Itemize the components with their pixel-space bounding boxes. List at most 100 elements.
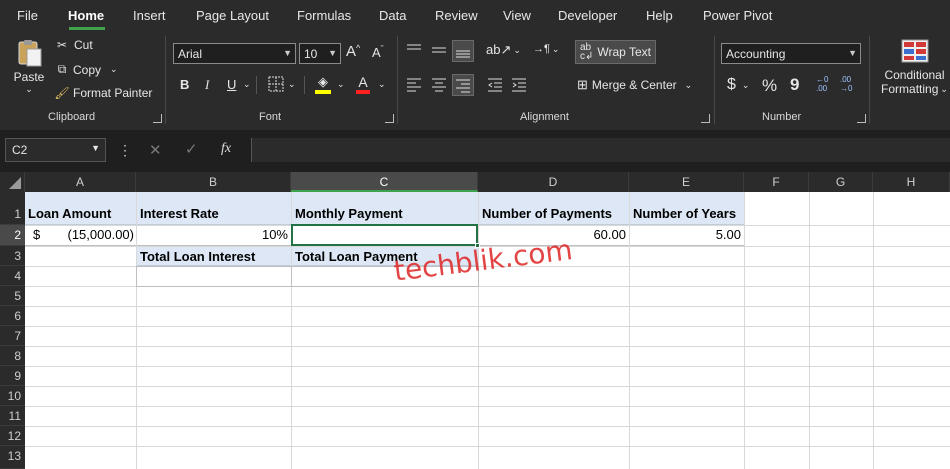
tab-page-layout[interactable]: Page Layout (196, 8, 269, 23)
paint-bucket-icon: ◈ (318, 74, 328, 89)
chevron-down-icon[interactable]: ⌄ (337, 79, 345, 90)
column-header-b[interactable]: B (136, 172, 291, 192)
row-header-12[interactable]: 12 (0, 426, 25, 446)
text-direction-button[interactable]: →¶ ⌄ (533, 43, 559, 55)
gridline (25, 406, 950, 407)
column-header-e[interactable]: E (629, 172, 744, 192)
ribbon-tab-bar: File Home Insert Page Layout Formulas Da… (0, 0, 950, 32)
accounting-format-button[interactable]: $ ⌄ (727, 76, 749, 94)
align-left-button[interactable] (405, 76, 423, 92)
chevron-down-icon: ▼ (328, 48, 337, 58)
conditional-formatting-button[interactable]: Conditional Formatting ⌄ (879, 38, 950, 96)
row-header-13[interactable]: 13 (0, 446, 25, 469)
align-center-button[interactable] (430, 76, 448, 92)
row-header-3[interactable]: 3 (0, 246, 25, 266)
formula-input[interactable] (251, 138, 950, 162)
orientation-button[interactable]: ab↗ ⌄ (486, 42, 521, 58)
tab-file[interactable]: File (17, 8, 38, 23)
font-dialog-launcher[interactable] (385, 114, 394, 123)
cell-b4[interactable] (136, 266, 292, 287)
cell-b1[interactable]: Interest Rate (137, 192, 291, 225)
increase-indent-button[interactable] (510, 76, 528, 92)
align-bottom-button[interactable] (452, 40, 474, 62)
number-format-dropdown[interactable]: Accounting ▼ (721, 43, 861, 64)
row-header-8[interactable]: 8 (0, 346, 25, 366)
tab-developer[interactable]: Developer (558, 8, 617, 23)
tab-home[interactable]: Home (68, 8, 104, 23)
tab-review[interactable]: Review (435, 8, 478, 23)
decrease-decimal-icon: .00 →0 (840, 75, 853, 93)
cell-b2[interactable]: 10% (137, 225, 291, 246)
number-dialog-launcher[interactable] (857, 114, 866, 123)
align-top-button[interactable] (405, 42, 423, 58)
row-header-11[interactable]: 11 (0, 406, 25, 426)
tab-power-pivot[interactable]: Power Pivot (703, 8, 772, 23)
tab-formulas[interactable]: Formulas (297, 8, 351, 23)
bold-button[interactable]: B (180, 77, 189, 92)
align-middle-button[interactable] (430, 42, 448, 58)
row-header-1[interactable]: 1 (0, 192, 25, 225)
clipboard-dialog-launcher[interactable] (153, 114, 162, 123)
decrease-indent-button[interactable] (486, 76, 504, 92)
cut-button[interactable]: ✂ Cut (54, 38, 93, 52)
chevron-down-icon[interactable]: ⌄ (378, 79, 386, 90)
decrease-font-size-button[interactable]: Aˇ (372, 44, 384, 61)
cell-a2[interactable]: $ (15,000.00) (25, 225, 136, 246)
enter-icon[interactable]: ✓ (185, 140, 198, 158)
font-name-dropdown[interactable]: Arial ▼ (173, 43, 296, 64)
cell-c1[interactable]: Monthly Payment (292, 192, 478, 225)
conditional-formatting-label-2: Formatting ⌄ (881, 82, 948, 96)
active-cell-c2[interactable] (291, 224, 478, 246)
row-header-4[interactable]: 4 (0, 266, 25, 286)
row-header-10[interactable]: 10 (0, 386, 25, 406)
wrap-text-button[interactable]: ab c↲ Wrap Text (575, 40, 656, 64)
tab-help[interactable]: Help (646, 8, 673, 23)
font-size-dropdown[interactable]: 10 ▼ (299, 43, 341, 64)
alignment-dialog-launcher[interactable] (701, 114, 710, 123)
increase-decimal-button[interactable]: ←0.00 (816, 75, 828, 93)
tab-view[interactable]: View (503, 8, 531, 23)
increase-font-size-button[interactable]: A ^ (346, 43, 360, 61)
row-header-6[interactable]: 6 (0, 306, 25, 326)
cell-e1[interactable]: Number of Years (630, 192, 744, 225)
align-center-icon (432, 78, 446, 92)
borders-button[interactable]: ⌄ (268, 76, 296, 92)
comma-style-button[interactable]: 9 (790, 75, 799, 95)
column-header-a[interactable]: A (25, 172, 136, 192)
paste-button[interactable]: Paste ⌄ (10, 38, 48, 98)
fill-color-button[interactable]: ◈ (315, 74, 331, 94)
row-header-5[interactable]: 5 (0, 286, 25, 306)
formula-bar: C2 ▼ ⋮ ✕ ✓ fx (0, 130, 950, 172)
underline-button[interactable]: U (227, 77, 236, 92)
alignment-group-label: Alignment (520, 111, 569, 123)
cell-a1[interactable]: Loan Amount (25, 192, 136, 225)
cell-b3[interactable]: Total Loan Interest (137, 247, 291, 266)
gridline (25, 446, 950, 447)
font-color-button[interactable]: A (356, 74, 370, 94)
italic-button[interactable]: I (205, 77, 209, 93)
copy-button[interactable]: ⧉ Copy ⌄ (54, 62, 118, 77)
row-header-2[interactable]: 2 (0, 225, 25, 246)
percent-style-button[interactable]: % (762, 76, 777, 96)
insert-function-icon[interactable]: fx (221, 141, 231, 157)
cell-d1[interactable]: Number of Payments (479, 192, 629, 225)
more-options-icon[interactable]: ⋮ (118, 142, 132, 159)
align-right-button[interactable] (452, 74, 474, 96)
row-header-9[interactable]: 9 (0, 366, 25, 386)
format-painter-button[interactable]: 🖌 Format Painter (54, 86, 152, 100)
column-header-c[interactable]: C (291, 172, 478, 192)
tab-insert[interactable]: Insert (133, 8, 166, 23)
column-header-g[interactable]: G (809, 172, 873, 192)
cancel-icon[interactable]: ✕ (149, 141, 162, 159)
column-header-f[interactable]: F (744, 172, 809, 192)
tab-data[interactable]: Data (379, 8, 406, 23)
merge-center-button[interactable]: ⊞ Merge & Center ⌄ (577, 77, 692, 93)
select-all-button[interactable] (0, 172, 25, 192)
cell-e2[interactable]: 5.00 (630, 225, 744, 246)
decrease-decimal-button[interactable]: .00 →0 (840, 75, 852, 93)
row-header-7[interactable]: 7 (0, 326, 25, 346)
name-box[interactable]: C2 ▼ (5, 138, 106, 162)
column-header-d[interactable]: D (478, 172, 629, 192)
column-header-h[interactable]: H (873, 172, 950, 192)
chevron-down-icon[interactable]: ⌄ (243, 79, 251, 90)
